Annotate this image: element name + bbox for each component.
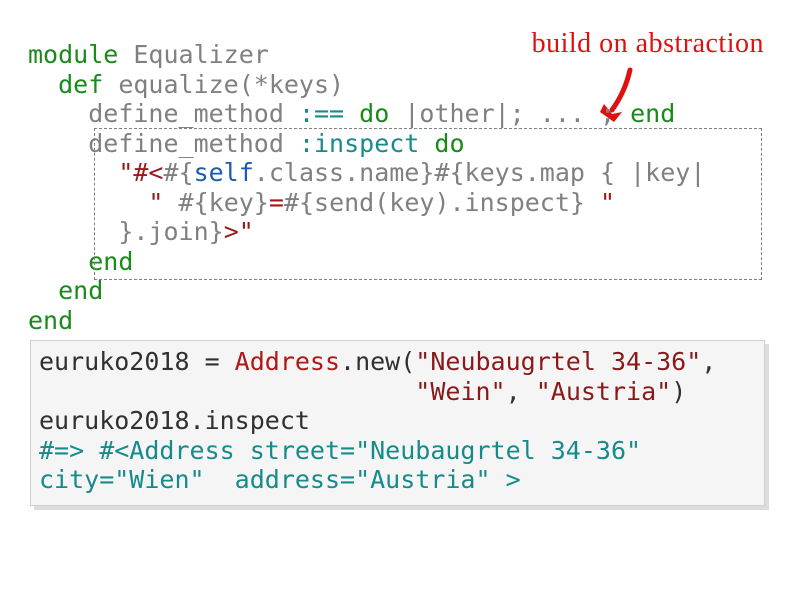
output-new: .new( — [340, 347, 415, 376]
symbol-inspect: :inspect — [299, 129, 419, 158]
output-string: "Wein" — [415, 377, 505, 406]
symbol-eq: :== — [299, 99, 344, 128]
module-name: Equalizer — [118, 40, 269, 69]
keyword-end: end — [630, 99, 675, 128]
method-sig: equalize(*keys) — [103, 70, 344, 99]
keyword-def: def — [58, 70, 103, 99]
interp-close: } — [254, 188, 269, 217]
call-define-method: define_method — [88, 99, 299, 128]
call-define-method: define_method — [88, 129, 299, 158]
indent — [39, 377, 415, 406]
method-chain: .class.name — [254, 158, 420, 187]
indent — [28, 158, 118, 187]
space — [344, 99, 359, 128]
keyword-self: self — [194, 158, 254, 187]
string-part: " — [148, 188, 178, 217]
output-comma: , — [701, 347, 716, 376]
keyword-end: end — [58, 276, 103, 305]
output-paren: ) — [671, 377, 686, 406]
interp-close: } — [209, 217, 224, 246]
join-call: .join — [133, 217, 208, 246]
interp-open: #{ — [179, 188, 209, 217]
brace-close: } — [118, 217, 133, 246]
keyword-module: module — [28, 40, 118, 69]
string-close: " — [585, 188, 615, 217]
output-class: Address — [235, 347, 340, 376]
interp-open: #{ — [163, 158, 193, 187]
string-eq: = — [269, 188, 284, 217]
indent — [28, 276, 58, 305]
output-comment: city="Wien" address="Austria" > — [39, 465, 521, 494]
output-call: euruko2018.inspect — [39, 406, 310, 435]
indent — [28, 99, 88, 128]
output-string: "Neubaugrtel 34-36" — [415, 347, 701, 376]
indent — [28, 247, 88, 276]
send-call: send(key).inspect — [314, 188, 570, 217]
keyword-do: do — [434, 129, 464, 158]
keyword-end: end — [88, 247, 133, 276]
keyword-do: do — [359, 99, 389, 128]
var-key: key — [209, 188, 254, 217]
string-close: >" — [224, 217, 254, 246]
interp-open: #{ — [284, 188, 314, 217]
indent — [28, 70, 58, 99]
output-comment: #=> #<Address street="Neubaugrtel 34-36" — [39, 436, 641, 465]
string-open: "#< — [118, 158, 163, 187]
indent — [28, 188, 148, 217]
interp-close: } — [570, 188, 585, 217]
indent — [28, 129, 88, 158]
output-string: "Austria" — [536, 377, 671, 406]
output-assign: euruko2018 = — [39, 347, 235, 376]
keyword-end: end — [28, 306, 73, 335]
code-block-output: euruko2018 = Address.new("Neubaugrtel 34… — [30, 340, 765, 506]
block-body: |other|; ... ; — [389, 99, 630, 128]
interp-close: } — [419, 158, 434, 187]
code-block-main: module Equalizer def equalize(*keys) def… — [28, 40, 705, 335]
indent — [28, 217, 118, 246]
space — [419, 129, 434, 158]
output-comma: , — [506, 377, 536, 406]
map-block: keys.map { |key| — [465, 158, 706, 187]
interp-open: #{ — [434, 158, 464, 187]
